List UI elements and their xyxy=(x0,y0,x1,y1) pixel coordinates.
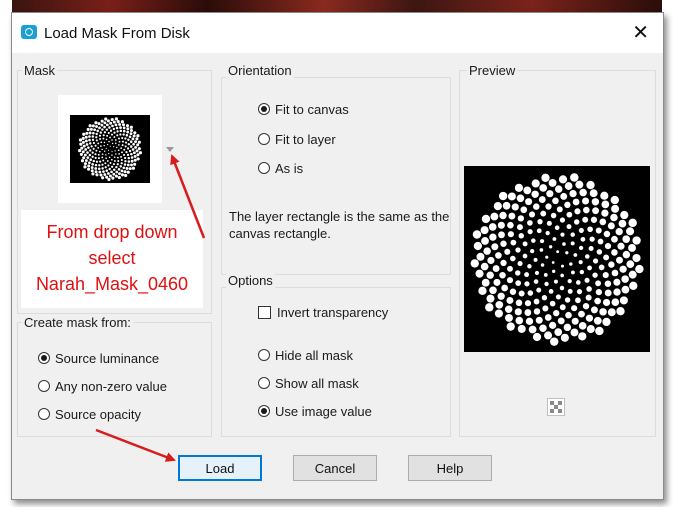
annotation-arrows xyxy=(95,154,206,462)
arrow-to-dropdown xyxy=(170,154,206,239)
arrow-to-load-button xyxy=(95,428,176,462)
